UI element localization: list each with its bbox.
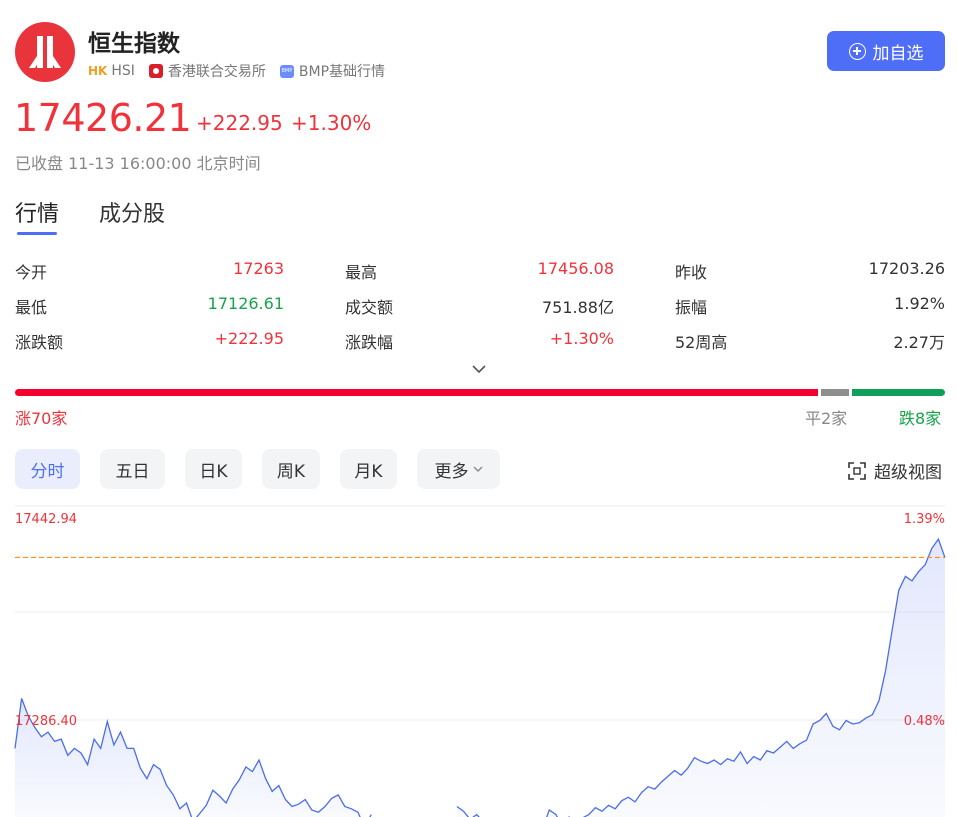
market-status: 已收盘 11-13 16:00:00 北京时间 — [15, 154, 261, 173]
price-change-percent: +1.30% — [291, 111, 372, 135]
stat-label-change: 涨跌额 — [15, 333, 64, 352]
add-watchlist-label: 加自选 — [872, 43, 924, 63]
breadth-bar-down — [852, 389, 945, 396]
bmp-icon: BMP — [279, 64, 294, 78]
price-area — [456, 539, 945, 817]
stat-label-52w-high: 52周高 — [675, 333, 728, 352]
expand-icon — [848, 461, 866, 480]
current-price: 17426.21 — [14, 96, 192, 140]
period-more-label: 更多 — [434, 461, 469, 482]
stat-label-change-pct: 涨跌幅 — [345, 333, 394, 352]
breadth-flat-count: 平2家 — [805, 409, 848, 428]
stat-label-turnover: 成交额 — [345, 298, 394, 317]
stat-value-open: 17263 — [233, 259, 284, 278]
stat-value-52w-high: 2.27万 — [893, 333, 945, 352]
super-view-button[interactable]: 超级视图 — [848, 458, 942, 483]
chevron-down-icon[interactable] — [472, 364, 486, 374]
period-5day-button[interactable]: 五日 — [100, 449, 165, 489]
stat-value-high: 17456.08 — [537, 259, 614, 278]
active-tab-indicator — [17, 232, 57, 235]
stat-value-change: +222.95 — [214, 329, 284, 348]
stat-label-amplitude: 振幅 — [675, 298, 708, 317]
stat-label-low: 最低 — [15, 298, 48, 317]
stat-label-prev-close: 昨收 — [675, 263, 708, 282]
index-meta: HK HSI 香港联合交易所 BMP BMP基础行情 — [88, 61, 385, 81]
market-badge: HK — [88, 64, 108, 78]
stat-label-high: 最高 — [345, 263, 378, 282]
y-pct-mid: 0.48% — [904, 714, 945, 729]
plus-circle-icon — [848, 42, 866, 60]
hk-flag-icon — [148, 64, 163, 78]
breadth-down-count: 跌8家 — [899, 409, 942, 428]
chevron-down-icon — [473, 466, 482, 472]
y-pct-top: 1.39% — [904, 512, 945, 527]
y-label-mid: 17286.40 — [15, 714, 77, 729]
period-daily-button[interactable]: 日K — [185, 449, 242, 489]
stat-value-amplitude: 1.92% — [894, 294, 945, 313]
intraday-chart[interactable]: 17442.94 17286.40 1.39% 0.48% — [0, 500, 957, 817]
stat-value-prev-close: 17203.26 — [868, 259, 945, 278]
tab-constituents[interactable]: 成分股 — [99, 196, 165, 228]
symbol-code: HSI — [111, 63, 135, 79]
intraday-chart-svg: 17442.94 17286.40 1.39% 0.48% — [14, 505, 946, 817]
period-intraday-button[interactable]: 分时 — [15, 449, 80, 489]
index-name: 恒生指数 — [88, 31, 180, 57]
stat-value-low: 17126.61 — [207, 294, 284, 313]
super-view-label: 超级视图 — [874, 463, 942, 483]
data-source: BMP基础行情 — [298, 64, 386, 80]
period-weekly-button[interactable]: 周K — [262, 449, 320, 489]
add-watchlist-button[interactable]: 加自选 — [827, 31, 945, 71]
exchange-name: 香港联合交易所 — [167, 64, 266, 80]
stat-value-change-pct: +1.30% — [549, 329, 614, 348]
breadth-bar-flat — [821, 389, 849, 396]
y-label-top: 17442.94 — [15, 512, 77, 527]
period-more-button[interactable]: 更多 — [417, 449, 500, 489]
quote-page: 恒生指数 HK HSI 香港联合交易所 BMP BMP基础行情 加自选 1742… — [0, 0, 957, 817]
breadth-bar-up — [15, 389, 818, 396]
period-monthly-button[interactable]: 月K — [340, 449, 397, 489]
tab-quote[interactable]: 行情 — [15, 196, 59, 228]
index-logo — [15, 22, 75, 82]
stat-value-turnover: 751.88亿 — [542, 298, 614, 317]
stat-label-open: 今开 — [15, 263, 48, 282]
breadth-up-count: 涨70家 — [15, 409, 68, 428]
price-change: +222.95 — [196, 111, 283, 135]
